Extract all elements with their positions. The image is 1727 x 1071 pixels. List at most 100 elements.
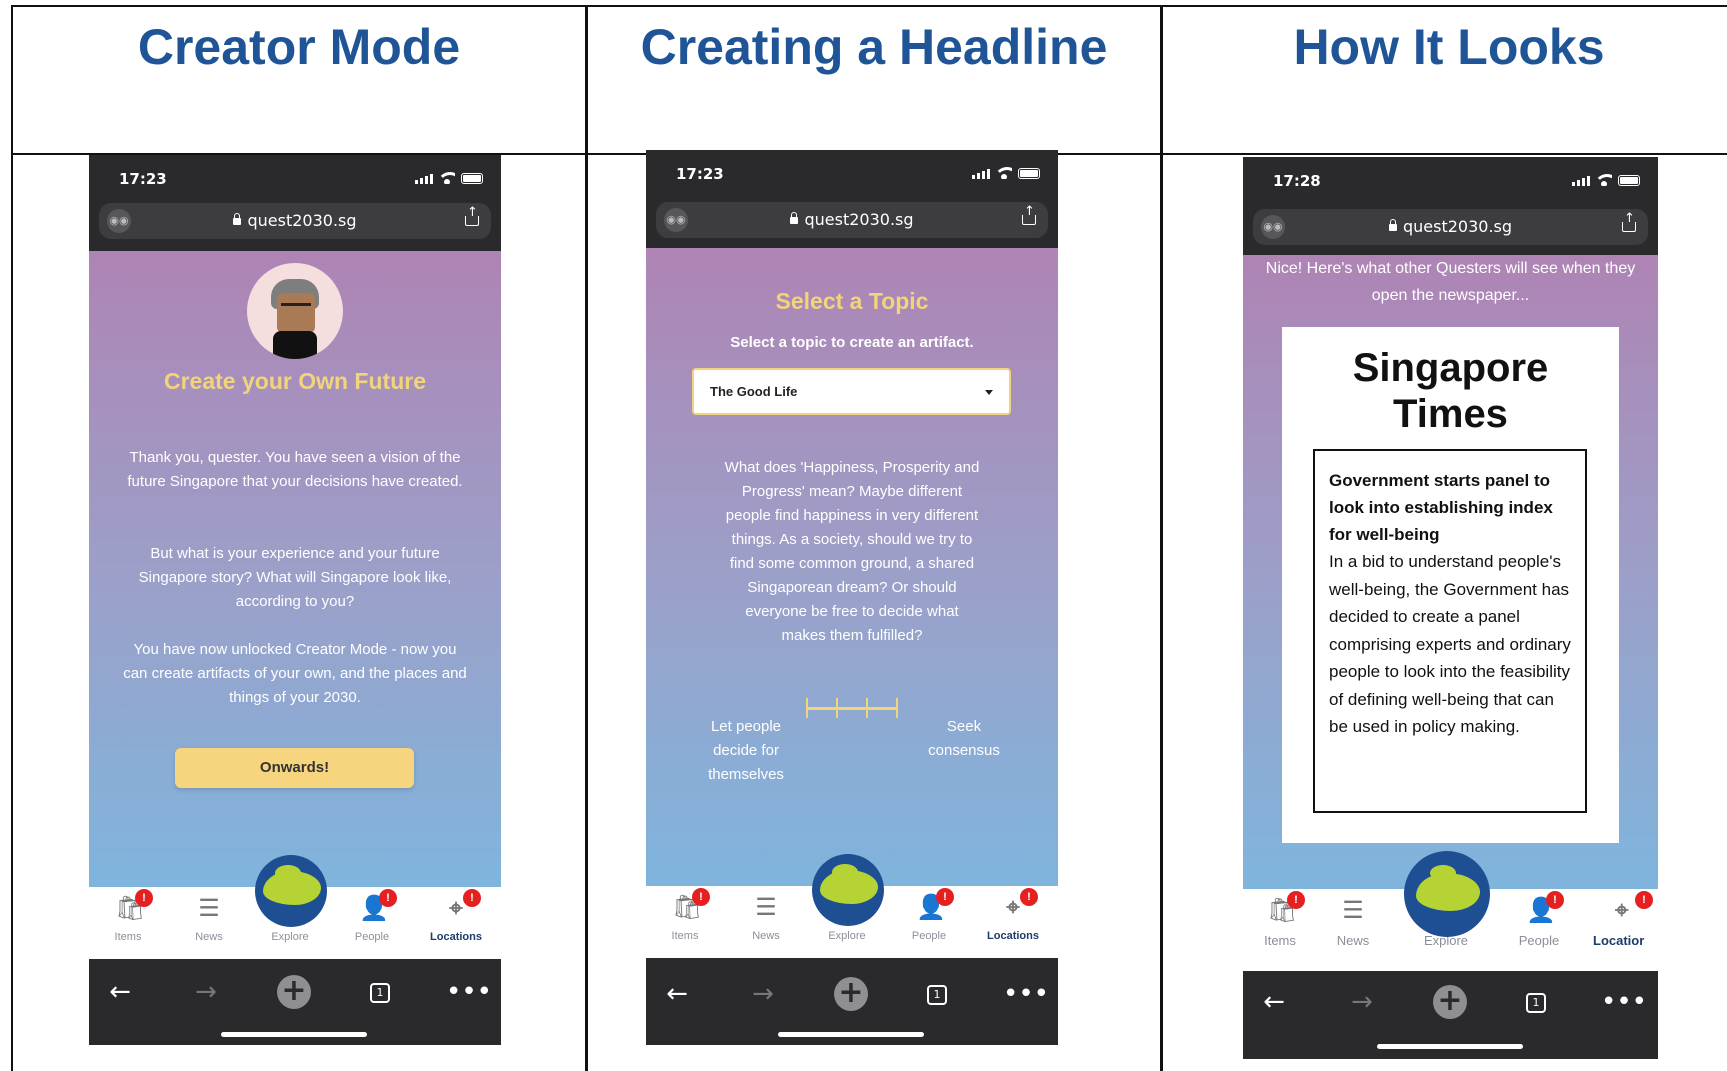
opinion-slider[interactable] (806, 698, 898, 718)
dropdown-caret-icon (985, 390, 993, 395)
article-box: Government starts panel to look into est… (1313, 449, 1587, 813)
lock-icon (1388, 219, 1397, 231)
share-icon[interactable] (1622, 211, 1636, 232)
location-pin-icon: ⌖! (1615, 891, 1653, 925)
battery-icon (1618, 175, 1640, 186)
more-icon[interactable]: ••• (1601, 987, 1647, 1017)
notification-badge: ! (692, 888, 710, 906)
browser-toolbar: ← → + 1 ••• (646, 967, 1058, 1045)
notification-badge: ! (936, 888, 954, 906)
nav-news[interactable]: ☰ News (729, 894, 803, 942)
more-icon[interactable]: ••• (446, 977, 492, 1007)
table-divider-1 (585, 5, 588, 1071)
nav-items[interactable]: 🛍! Items (648, 888, 722, 942)
notification-badge: ! (1635, 891, 1653, 909)
browser-toolbar: ← → + 1 ••• (89, 965, 501, 1045)
news-icon: ☰ (755, 894, 777, 921)
nav-locations[interactable]: ⌖! Locatior (1593, 891, 1658, 948)
address-bar[interactable]: ◉◉ quest2030.sg (99, 203, 491, 239)
share-icon[interactable] (465, 205, 479, 226)
url-text[interactable]: quest2030.sg (99, 211, 491, 230)
back-arrow-icon[interactable]: ← (1259, 987, 1289, 1017)
signal-icon (1572, 176, 1590, 186)
status-time: 17:28 (1273, 172, 1321, 190)
status-time: 17:23 (119, 170, 167, 188)
explore-globe-icon[interactable] (255, 855, 327, 927)
location-pin-icon: ⌖! (443, 889, 481, 923)
address-bar[interactable]: ◉◉ quest2030.sg (656, 202, 1048, 238)
avatar (247, 263, 343, 359)
back-arrow-icon[interactable]: ← (662, 979, 692, 1009)
forward-arrow-icon[interactable]: → (748, 979, 778, 1009)
home-indicator (1377, 1044, 1523, 1049)
url-text[interactable]: quest2030.sg (656, 210, 1048, 229)
news-icon: ☰ (1342, 897, 1364, 924)
onwards-button[interactable]: Onwards! (175, 748, 414, 788)
new-tab-plus-icon[interactable]: + (277, 975, 311, 1009)
wifi-icon (1596, 174, 1612, 186)
phone-creator-mode: 17:23 ◉◉ quest2030.sg Create your Own Fu… (89, 155, 501, 1045)
nav-locations[interactable]: ⌖! Locations (419, 889, 493, 943)
notification-badge: ! (379, 889, 397, 907)
nav-news[interactable]: ☰ News (1316, 897, 1390, 948)
notification-badge: ! (135, 889, 153, 907)
paragraph-1: Thank you, quester. You have seen a visi… (127, 449, 463, 490)
page-content: Nice! Here's what other Questers will se… (1243, 255, 1658, 889)
notification-badge: ! (463, 889, 481, 907)
slider-right-label: Seek consensus (928, 718, 1000, 759)
new-tab-plus-icon[interactable]: + (1433, 985, 1467, 1019)
explore-globe-icon[interactable] (812, 854, 884, 926)
explore-globe-icon[interactable] (1404, 851, 1490, 937)
new-tab-plus-icon[interactable]: + (834, 977, 868, 1011)
newspaper-title: Singapore Times (1352, 346, 1549, 436)
person-icon: 👤! (916, 888, 954, 922)
nav-news[interactable]: ☰ News (172, 895, 246, 943)
phone-creating-headline: 17:23 ◉◉ quest2030.sg Select a Topic Sel… (646, 150, 1058, 1045)
nav-locations[interactable]: ⌖! Locations (976, 888, 1050, 942)
table-border-left (11, 5, 13, 1071)
column-title-how-it-looks: How It Looks (1293, 19, 1605, 75)
article-headline: Government starts panel to look into est… (1329, 471, 1553, 544)
signal-icon (972, 169, 990, 179)
status-bar: 17:28 (1243, 157, 1658, 205)
url-text[interactable]: quest2030.sg (1253, 217, 1648, 236)
address-bar[interactable]: ◉◉ quest2030.sg (1253, 209, 1648, 245)
nav-people[interactable]: 👤! People (1502, 891, 1576, 948)
status-bar: 17:23 (646, 150, 1058, 198)
bag-icon: 🛍! (115, 889, 153, 923)
bag-icon: 🛍! (1267, 891, 1305, 925)
article-body: In a bid to understand people's well-bei… (1329, 552, 1571, 736)
home-indicator (221, 1032, 367, 1037)
news-icon: ☰ (198, 895, 220, 922)
forward-arrow-icon[interactable]: → (1347, 987, 1377, 1017)
phone-how-it-looks: 17:28 ◉◉ quest2030.sg Nice! Here's what … (1243, 157, 1658, 1059)
nav-items[interactable]: 🛍! Items (1243, 891, 1317, 948)
tabs-icon[interactable]: 1 (922, 979, 952, 1009)
lock-icon (233, 213, 242, 225)
newspaper-card: Singapore Times Government starts panel … (1282, 327, 1619, 843)
back-arrow-icon[interactable]: ← (105, 977, 135, 1007)
wifi-icon (996, 167, 1012, 179)
status-time: 17:23 (676, 165, 724, 183)
column-title-creator-mode: Creator Mode (137, 19, 461, 75)
bag-icon: 🛍! (672, 888, 710, 922)
nav-items[interactable]: 🛍! Items (91, 889, 165, 943)
tabs-icon[interactable]: 1 (365, 977, 395, 1007)
home-indicator (778, 1032, 924, 1037)
paragraph-2: But what is your experience and your fut… (138, 545, 452, 610)
forward-arrow-icon[interactable]: → (191, 977, 221, 1007)
table-divider-2 (1160, 5, 1163, 1071)
more-icon[interactable]: ••• (1003, 979, 1049, 1009)
topic-select-value: The Good Life (710, 384, 798, 399)
nav-people[interactable]: 👤! People (892, 888, 966, 942)
topic-question: What does 'Happiness, Prosperity and Pro… (724, 459, 980, 644)
share-icon[interactable] (1022, 204, 1036, 225)
battery-icon (1018, 168, 1040, 179)
topic-select[interactable]: The Good Life (692, 368, 1011, 415)
slider-left-label: Let people decide for themselves (708, 718, 784, 783)
heading: Create your Own Future (164, 368, 426, 394)
column-title-creating-headline: Creating a Headline (640, 19, 1108, 75)
nav-people[interactable]: 👤! People (335, 889, 409, 943)
tabs-icon[interactable]: 1 (1521, 987, 1551, 1017)
page-content: Create your Own Future Thank you, queste… (89, 251, 501, 887)
